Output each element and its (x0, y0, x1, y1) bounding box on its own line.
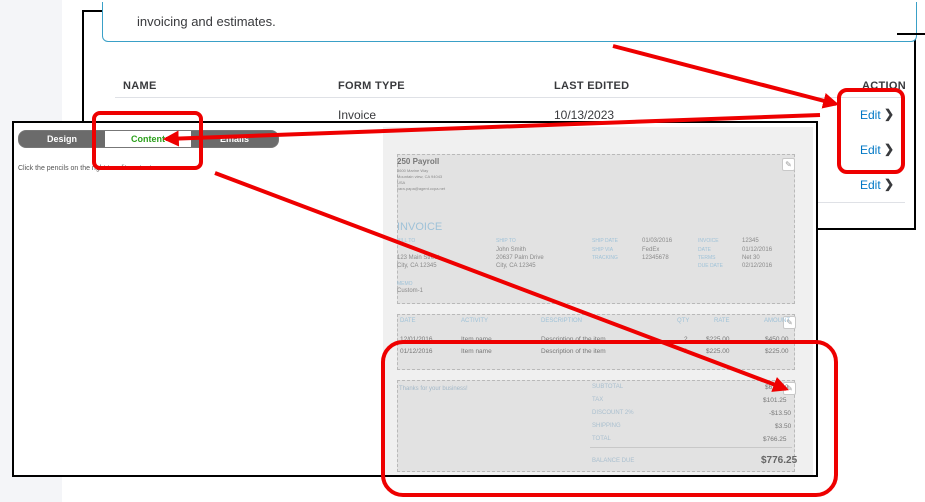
arrow-to-content-tab (162, 113, 821, 147)
arrow-to-totals (214, 171, 789, 392)
arrow-to-edit (612, 44, 840, 109)
annotation-arrows (162, 44, 840, 392)
